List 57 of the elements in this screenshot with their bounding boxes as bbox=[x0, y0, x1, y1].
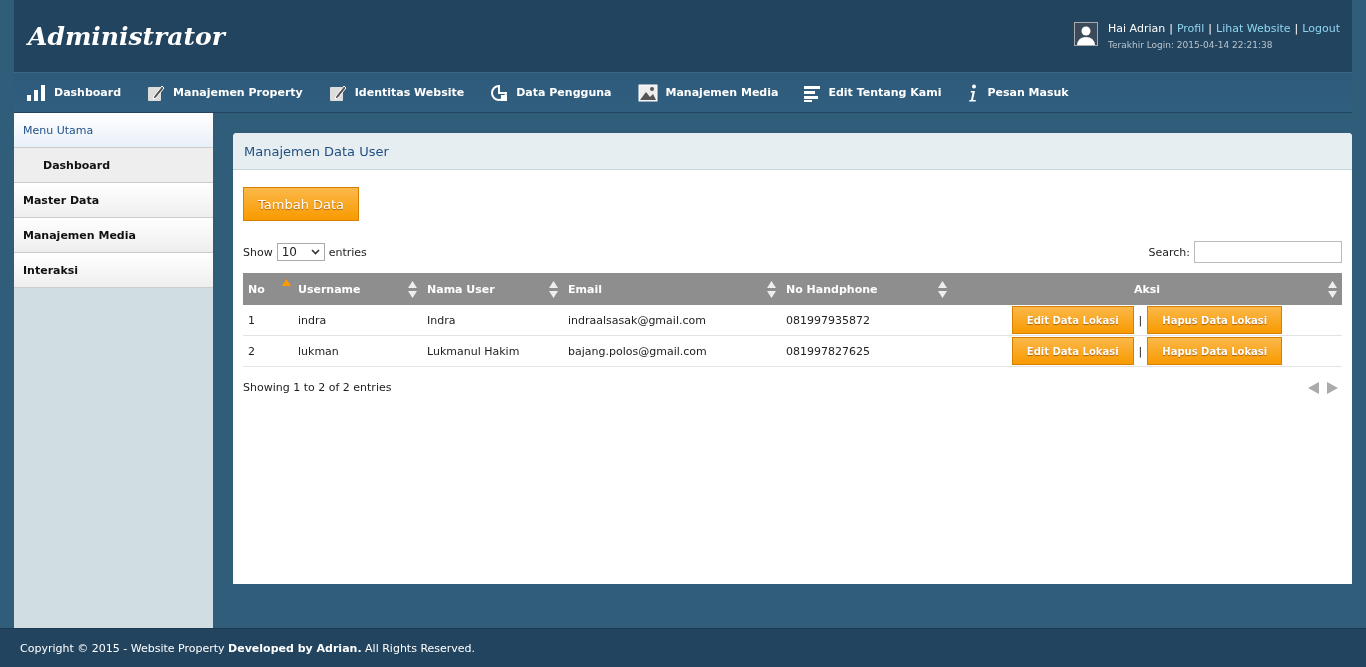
separator-text: | bbox=[1169, 22, 1173, 35]
sort-icon bbox=[1328, 281, 1337, 298]
sidebar-item[interactable]: Manajemen Media bbox=[14, 218, 213, 253]
table-cell: lukman bbox=[293, 335, 422, 367]
picture-icon bbox=[637, 83, 658, 102]
sort-icon bbox=[767, 281, 776, 298]
sort-ascending-icon bbox=[282, 279, 291, 286]
sort-icon bbox=[408, 281, 417, 298]
show-label: Show bbox=[243, 245, 273, 259]
pencil-note-icon bbox=[147, 83, 166, 102]
sidebar-item[interactable]: Menu Utama bbox=[14, 113, 213, 148]
previous-arrow-icon[interactable] bbox=[1308, 381, 1319, 394]
text-lines-icon bbox=[804, 83, 821, 102]
table-cell: 1 bbox=[243, 305, 293, 336]
sidebar-item[interactable]: Master Data bbox=[14, 183, 213, 218]
nav-item[interactable]: Data Pengguna bbox=[490, 83, 612, 102]
copyright-text: Copyright © 2015 - Website Property Developed by Adrian. All Rights Reserved. bbox=[20, 641, 476, 655]
header-link[interactable]: Lihat Website bbox=[1216, 22, 1291, 35]
pie-chart-icon bbox=[490, 83, 509, 102]
nav-item[interactable]: Identitas Website bbox=[328, 83, 465, 102]
header-link[interactable]: Profil bbox=[1176, 22, 1205, 35]
table-cell: 081997935872 bbox=[781, 305, 952, 336]
table-cell: indraalsasak@gmail.com bbox=[563, 305, 781, 336]
next-arrow-icon[interactable] bbox=[1327, 381, 1338, 394]
nav-item[interactable]: Dashboard bbox=[26, 83, 122, 102]
search-label: Search: bbox=[1148, 245, 1190, 259]
nav-item[interactable]: Manajemen Property bbox=[147, 83, 303, 102]
separator-text: | bbox=[1208, 22, 1213, 35]
table-cell: bajang.polos@gmail.com bbox=[563, 335, 781, 367]
search-field[interactable] bbox=[1194, 241, 1342, 263]
separator-text: | bbox=[1138, 344, 1143, 358]
separator-text: | bbox=[1294, 22, 1299, 35]
avatar-icon bbox=[1074, 22, 1098, 46]
nav-item[interactable]: Pesan Masuk bbox=[967, 83, 1069, 102]
greeting-text: Hai Adrian bbox=[1108, 22, 1166, 35]
separator-text: | bbox=[1138, 313, 1143, 327]
entries-select[interactable]: 10 bbox=[276, 243, 325, 261]
last-login-text: Terakhir Login: 2015-04-14 22:21:38 bbox=[1108, 40, 1274, 50]
table-cell: Indra bbox=[422, 305, 563, 336]
chevron-down-icon bbox=[310, 249, 320, 255]
sort-icon bbox=[938, 281, 947, 298]
sort-icon bbox=[549, 281, 558, 298]
site-title: Administrator bbox=[28, 22, 225, 51]
nav-item[interactable]: Edit Tentang Kami bbox=[804, 83, 942, 102]
bar-chart-icon bbox=[26, 83, 46, 102]
entries-label: entries bbox=[328, 245, 367, 259]
sidebar-item[interactable]: Interaksi bbox=[14, 253, 213, 288]
nav-item[interactable]: Manajemen Media bbox=[637, 83, 779, 102]
header-link[interactable]: Logout bbox=[1302, 22, 1340, 35]
table-cell: indra bbox=[293, 305, 422, 336]
pencil-note-icon bbox=[328, 83, 347, 102]
sidebar-item[interactable]: Dashboard bbox=[14, 148, 213, 183]
entries-info: Showing 1 to 2 of 2 entries bbox=[243, 381, 392, 394]
table-cell: 081997827625 bbox=[781, 335, 952, 367]
table-cell: Lukmanul Hakim bbox=[422, 335, 563, 367]
panel-title: Manajemen Data User bbox=[244, 143, 389, 159]
table-cell: 2 bbox=[243, 335, 293, 367]
